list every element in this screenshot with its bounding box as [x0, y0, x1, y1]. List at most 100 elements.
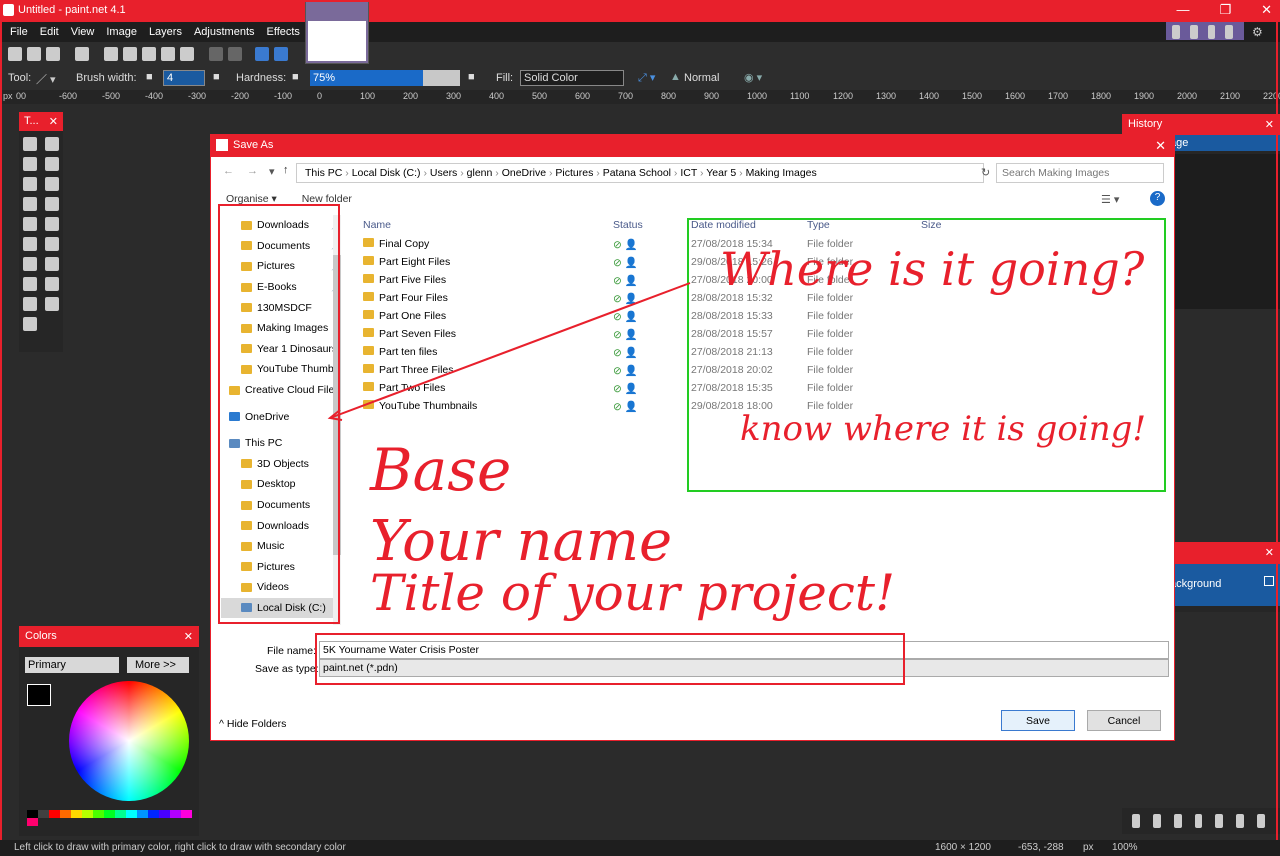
breadcrumb-segment[interactable]: Year 5	[706, 167, 736, 179]
tools-window-icon[interactable]	[1172, 25, 1180, 39]
delete-layer-icon[interactable]	[1152, 814, 1161, 828]
file-row[interactable]: Part Three Files ⊘ 👤 27/08/2018 20:02 File …	[361, 361, 1171, 379]
history-window-icon[interactable]	[1189, 25, 1198, 39]
pencil-icon[interactable]	[23, 257, 37, 271]
breadcrumb-segment[interactable]: Pictures	[555, 167, 593, 179]
palette-swatch[interactable]	[104, 810, 115, 818]
rect-select-icon[interactable]	[23, 137, 37, 151]
menu-edit[interactable]: Edit	[40, 26, 59, 38]
clone-stamp-icon[interactable]	[23, 277, 37, 291]
column-header-date-modified[interactable]: Date modified	[691, 219, 807, 231]
palette-swatch[interactable]	[60, 810, 71, 818]
hide-folders-button[interactable]: ^ Hide Folders	[219, 718, 286, 730]
breadcrumb-segment[interactable]: This PC	[305, 167, 342, 179]
zoom-level[interactable]: 100%	[1112, 842, 1138, 853]
palette-swatch[interactable]	[49, 810, 60, 818]
column-header-name[interactable]: Name	[361, 219, 613, 231]
color-wheel[interactable]	[69, 681, 189, 801]
brush-width-input[interactable]: 4	[163, 70, 205, 86]
palette-swatch[interactable]	[27, 810, 38, 818]
file-row[interactable]: Final Copy ⊘ 👤 27/08/2018 15:34 File folder	[361, 235, 1171, 253]
breadcrumb-segment[interactable]: Users	[430, 167, 457, 179]
view-options-icon[interactable]: ☰ ▾	[1101, 193, 1119, 206]
palette-swatch[interactable]	[115, 810, 126, 818]
line-icon[interactable]	[45, 297, 59, 311]
save-icon[interactable]	[46, 47, 60, 61]
fill-select[interactable]: Solid Color	[520, 70, 624, 86]
palette-swatch[interactable]	[137, 810, 148, 818]
color-mode-select[interactable]: Primary	[25, 657, 119, 673]
nav-item[interactable]: Desktop	[221, 474, 341, 495]
cancel-button[interactable]: Cancel	[1087, 710, 1161, 731]
palette-swatch[interactable]	[159, 810, 170, 818]
primary-color-swatch[interactable]	[27, 684, 51, 706]
shapes-icon[interactable]	[23, 317, 37, 331]
palette-swatch[interactable]	[170, 810, 181, 818]
text-icon[interactable]	[23, 297, 37, 311]
close-colors-icon[interactable]: ✕	[184, 630, 193, 643]
palette-swatch[interactable]	[148, 810, 159, 818]
breadcrumb-segment[interactable]: Patana School	[603, 167, 671, 179]
close-icon[interactable]: ✕	[1261, 2, 1272, 18]
palette-swatch[interactable]	[181, 810, 192, 818]
zoom-icon[interactable]	[45, 177, 59, 191]
nav-item[interactable]: 130MSDCF	[221, 297, 341, 318]
image-thumbnail[interactable]	[305, 0, 369, 64]
hardness-increase-icon[interactable]: ■	[468, 71, 475, 83]
nav-item[interactable]: Videos	[221, 577, 341, 598]
recolor-icon[interactable]	[45, 277, 59, 291]
magic-wand-icon[interactable]	[23, 197, 37, 211]
gradient-icon[interactable]	[45, 217, 59, 231]
cut-icon[interactable]	[104, 47, 118, 61]
palette-swatch[interactable]	[38, 810, 49, 818]
file-row[interactable]: YouTube Thumbnails ⊘ 👤 29/08/2018 18:00 Fil…	[361, 397, 1171, 415]
open-icon[interactable]	[27, 47, 41, 61]
move-down-icon[interactable]	[1236, 814, 1245, 828]
paintbrush-icon[interactable]	[23, 237, 37, 251]
nav-item[interactable]: Making Images	[221, 318, 341, 339]
palette-swatch[interactable]	[71, 810, 82, 818]
column-header-type[interactable]: Type	[807, 219, 921, 231]
paintbrush-icon[interactable]: ／ ▾	[36, 71, 56, 87]
save-type-select[interactable]: paint.net (*.pdn)	[319, 659, 1169, 677]
add-layer-icon[interactable]	[1132, 814, 1140, 828]
nav-item[interactable]: Downloads	[221, 515, 341, 536]
column-header-status[interactable]: Status	[613, 219, 691, 231]
nav-item[interactable]: E-Books📌	[221, 277, 341, 298]
merge-layer-icon[interactable]	[1194, 814, 1203, 828]
new-folder-button[interactable]: New folder	[302, 193, 352, 205]
nav-item[interactable]: Documents	[221, 495, 341, 516]
file-row[interactable]: Part One Files ⊘ 👤 28/08/2018 15:33 File fo…	[361, 307, 1171, 325]
lasso-icon[interactable]	[23, 157, 37, 171]
antialias-icon[interactable]: ⤢ ▾	[638, 71, 655, 85]
nav-item[interactable]: OneDrive	[221, 406, 341, 427]
units-select[interactable]: px	[1083, 842, 1094, 853]
deselect-icon[interactable]	[180, 47, 194, 61]
paste-icon[interactable]	[142, 47, 156, 61]
settings-icon[interactable]: ⚙	[1252, 25, 1263, 39]
eraser-icon[interactable]	[45, 237, 59, 251]
search-input[interactable]: Search Making Images	[996, 163, 1164, 183]
new-icon[interactable]	[8, 47, 22, 61]
menu-effects[interactable]: Effects	[267, 26, 300, 38]
color-picker-icon[interactable]	[45, 257, 59, 271]
color-palette[interactable]	[27, 810, 193, 826]
file-row[interactable]: Part Five Files ⊘ 👤 27/08/2018 20:00 File f…	[361, 271, 1171, 289]
menu-view[interactable]: View	[71, 26, 95, 38]
decrease-icon[interactable]: ■	[146, 71, 153, 83]
palette-swatch[interactable]	[27, 818, 38, 826]
layer-properties-icon[interactable]	[1257, 814, 1266, 828]
move-up-icon[interactable]	[1215, 814, 1224, 828]
file-row[interactable]: Part Eight Files ⊘ 👤 29/08/2018 15:26 File …	[361, 253, 1171, 271]
alpha-icon[interactable]: ◉ ▾	[744, 71, 762, 84]
crop-icon[interactable]	[161, 47, 175, 61]
refresh-icon[interactable]: ↻	[981, 166, 990, 179]
file-row[interactable]: Part Four Files ⊘ 👤 28/08/2018 15:32 File f…	[361, 289, 1171, 307]
menu-adjustments[interactable]: Adjustments	[194, 26, 255, 38]
duplicate-layer-icon[interactable]	[1173, 814, 1182, 828]
more-colors-button[interactable]: More >>	[127, 657, 189, 673]
up-icon[interactable]: ↑	[283, 164, 289, 176]
address-bar[interactable]: This PC › Local Disk (C:) › Users › glen…	[296, 163, 984, 183]
save-button[interactable]: Save	[1001, 710, 1075, 731]
palette-swatch[interactable]	[82, 810, 93, 818]
